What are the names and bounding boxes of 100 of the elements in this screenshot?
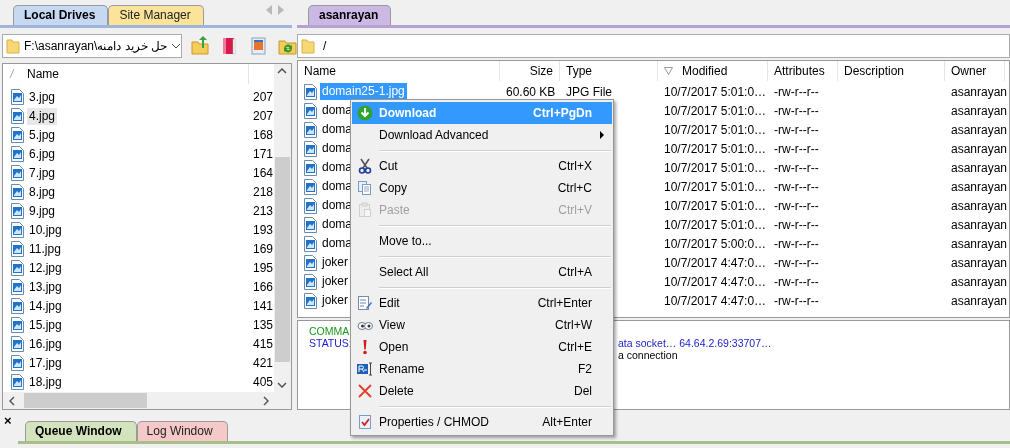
file-size: 164: [251, 166, 273, 181]
file-size: 60.60 KB: [506, 84, 556, 99]
shortcut-text: Del: [574, 384, 592, 398]
column-header[interactable]: Name: [3, 63, 249, 84]
menu-item[interactable]: Rename F2: [352, 358, 612, 380]
menu-item[interactable]: Copy Ctrl+C: [352, 177, 612, 199]
scroll-right-icon[interactable]: [263, 396, 269, 406]
file-owner: asanrayan: [951, 84, 1008, 99]
image-file-icon: [304, 292, 317, 309]
file-owner: asanrayan: [951, 122, 1008, 137]
menu-label: Open: [379, 340, 409, 354]
file-attributes: -rw-r--r--: [774, 236, 819, 251]
scroll-thumb[interactable]: [24, 393, 147, 408]
image-file-icon: [11, 203, 24, 220]
shortcut-text: Ctrl+V: [558, 203, 592, 217]
menu-item[interactable]: Select All Ctrl+A: [352, 261, 612, 283]
modified-date: 10/7/2017 5:01:0…: [664, 141, 767, 156]
shortcut-text: Ctrl+X: [558, 159, 592, 173]
image-file-icon: [304, 83, 317, 100]
column-header[interactable]: Attributes: [768, 61, 838, 81]
column-header[interactable]: Owner: [945, 61, 1005, 81]
menu-item[interactable]: Download Advanced: [352, 124, 612, 146]
properties-icon: [357, 414, 373, 430]
column-header[interactable]: Description: [838, 61, 945, 81]
scroll-up-icon[interactable]: [277, 67, 287, 74]
image-file-icon: [11, 279, 24, 296]
file-name[interactable]: 14.jpg: [27, 297, 64, 315]
shortcut-text: Ctrl+A: [558, 265, 592, 279]
file-type: JPG File: [566, 84, 612, 99]
file-name[interactable]: 18.jpg: [27, 373, 64, 391]
column-header[interactable]: Modified: [658, 61, 768, 81]
file-size: 421: [251, 356, 273, 371]
file-name[interactable]: 4.jpg: [27, 107, 58, 125]
file-owner: asanrayan: [951, 198, 1008, 213]
column-header[interactable]: Name: [298, 61, 500, 81]
modified-date: 10/7/2017 5:01:0…: [664, 122, 767, 137]
scroll-left-icon[interactable]: [9, 396, 15, 406]
file-size: 141: [251, 299, 273, 314]
tab[interactable]: Queue Window: [25, 421, 137, 441]
sort-icon: [9, 69, 15, 79]
file-name[interactable]: 11.jpg: [27, 240, 63, 258]
file-owner: asanrayan: [951, 160, 1008, 175]
file-name[interactable]: joker: [320, 273, 350, 290]
modified-date: 10/7/2017 4:47:0…: [664, 255, 767, 270]
file-attributes: -rw-r--r--: [774, 255, 819, 270]
path-dropdown[interactable]: F:\asanrayan\حل خرید دامنه: [2, 33, 183, 58]
file-name[interactable]: 9.jpg: [27, 202, 58, 220]
file-name[interactable]: joker: [320, 254, 350, 271]
sort-icon: [664, 67, 673, 75]
file-owner: asanrayan: [951, 255, 1008, 270]
file-attributes: -rw-r--r--: [774, 274, 819, 289]
file-name[interactable]: 7.jpg: [27, 164, 58, 182]
file-attributes: -rw-r--r--: [774, 103, 819, 118]
file-name[interactable]: 13.jpg: [27, 278, 64, 296]
image-file-icon: [304, 121, 317, 138]
file-name[interactable]: 10.jpg: [27, 221, 64, 239]
close-button[interactable]: ×: [4, 414, 12, 427]
scroll-thumb[interactable]: [275, 156, 290, 362]
folder-up-icon[interactable]: [191, 35, 212, 56]
menu-item[interactable]: Edit Ctrl+Enter: [352, 292, 612, 314]
scroll-down-icon[interactable]: [277, 382, 287, 388]
file-name[interactable]: 5.jpg: [27, 126, 58, 144]
file-name[interactable]: 8.jpg: [27, 183, 58, 201]
path-field[interactable]: /: [297, 34, 1010, 58]
modified-date: 10/7/2017 5:00:0…: [664, 236, 767, 251]
menu-item[interactable]: View Ctrl+W: [352, 314, 612, 336]
delete-icon: [357, 383, 373, 399]
tab[interactable]: Local Drives: [13, 4, 109, 25]
file-name[interactable]: 6.jpg: [27, 145, 58, 163]
menu-item[interactable]: Open Ctrl+E: [352, 336, 612, 358]
column-header[interactable]: Type: [560, 61, 658, 81]
menu-item[interactable]: Move to...: [352, 230, 612, 252]
image-file-icon: [11, 374, 24, 391]
menu-item[interactable]: Cut Ctrl+X: [352, 155, 612, 177]
tab[interactable]: Site Manager: [108, 4, 204, 25]
file-name[interactable]: 12.jpg: [27, 259, 64, 277]
file-owner: asanrayan: [951, 179, 1008, 194]
file-size: 169: [251, 242, 273, 257]
menu-label: Rename: [379, 362, 425, 376]
file-name[interactable]: 15.jpg: [27, 316, 64, 334]
menu-item[interactable]: Properties / CHMOD Alt+Enter: [352, 411, 612, 433]
menu-label: Paste: [379, 203, 410, 217]
edit-icon: [357, 295, 373, 311]
column-label: Name: [27, 65, 59, 83]
file-name[interactable]: 17.jpg: [27, 354, 64, 372]
tab[interactable]: asanrayan: [308, 5, 392, 25]
image-file-icon: [304, 216, 317, 233]
file-name[interactable]: 3.jpg: [27, 88, 58, 106]
menu-item[interactable]: Delete Del: [352, 380, 612, 402]
vertical-scrollbar[interactable]: [274, 63, 291, 392]
dropdown-caret-icon: [171, 42, 182, 49]
column-header[interactable]: Size: [500, 61, 560, 81]
horizontal-scrollbar[interactable]: [3, 392, 291, 409]
file-name[interactable]: 16.jpg: [27, 335, 64, 353]
file-attributes: -rw-r--r--: [774, 198, 819, 213]
modified-date: 10/7/2017 5:01:0…: [664, 198, 767, 213]
file-name[interactable]: joker: [320, 292, 350, 309]
menu-label: Edit: [379, 296, 400, 310]
file-owner: asanrayan: [951, 217, 1008, 232]
tab[interactable]: Log Window: [136, 421, 228, 441]
